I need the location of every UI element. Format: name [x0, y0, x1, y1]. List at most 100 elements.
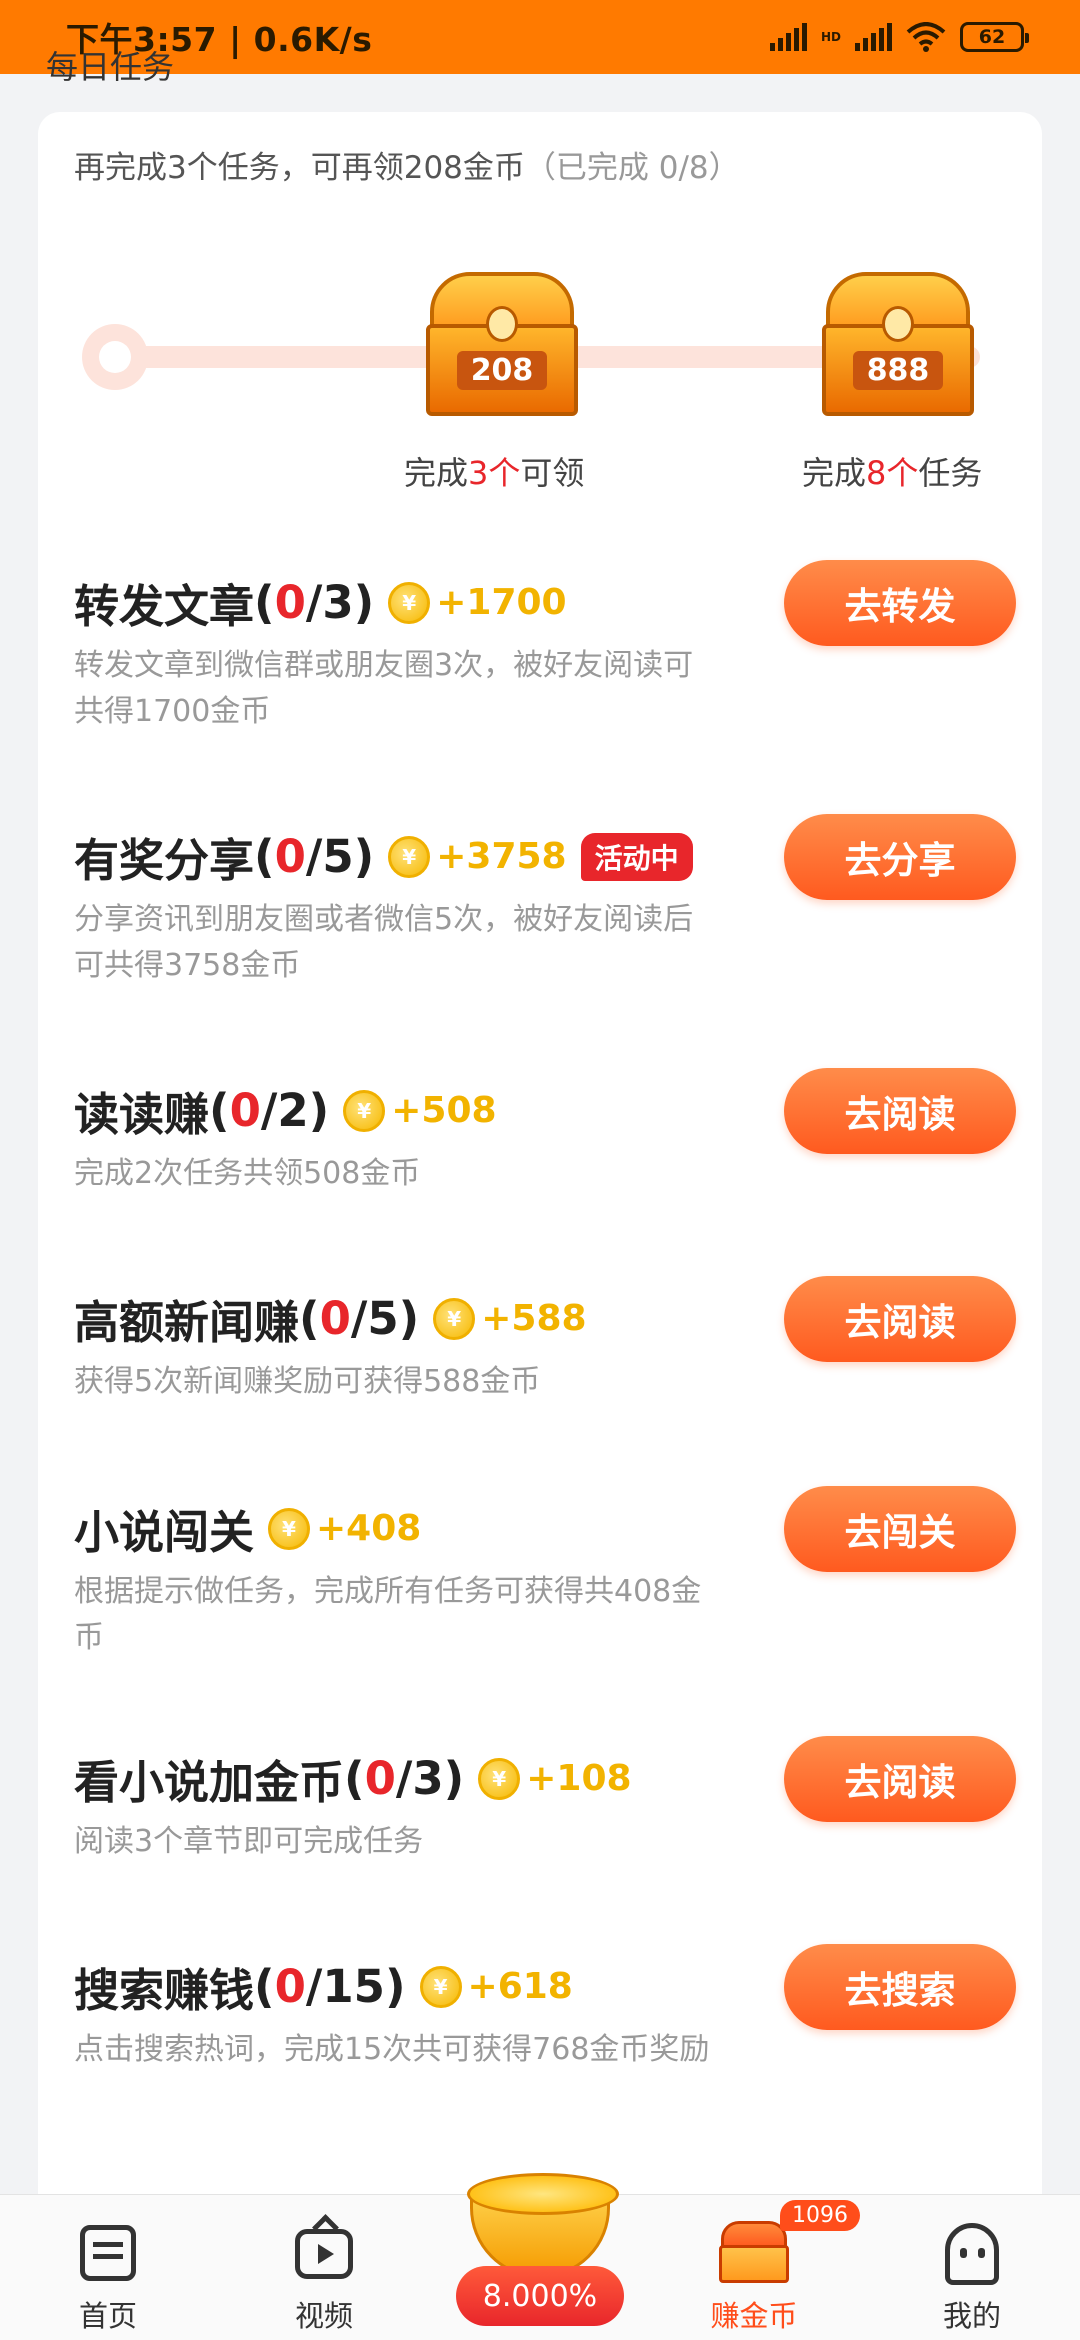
task-prog-open: ( — [254, 1960, 275, 2013]
center-bowl-button[interactable]: 8.000% — [456, 2170, 624, 2340]
coin-icon: ¥ — [343, 1089, 386, 1132]
coin-icon: ¥ — [388, 581, 431, 624]
task-button[interactable]: 去阅读 — [784, 1736, 1016, 1822]
task-button[interactable]: 去搜索 — [784, 1944, 1016, 2030]
nav-home[interactable]: 首页 — [28, 2195, 188, 2340]
task-prog-total: /3) — [395, 1752, 465, 1805]
task-item: 转发文章(0/3) ¥ +1700 转发文章到微信群或朋友圈3次，被好友阅读可共… — [74, 560, 1016, 735]
task-reward: +1700 — [436, 582, 567, 623]
coin-icon: ¥ — [388, 835, 431, 878]
task-desc: 转发文章到微信群或朋友圈3次，被好友阅读可共得1700金币 — [74, 648, 694, 729]
task-item: 小说闯关 ¥ +408 根据提示做任务，完成所有任务可获得共408金币 去闯关 — [74, 1486, 1016, 1661]
profile-ghost-icon — [945, 2223, 999, 2285]
task-prog-open: ( — [299, 1292, 320, 1345]
task-prog-open: ( — [254, 830, 275, 883]
task-name: 小说闯关 — [74, 1506, 255, 1559]
milestone-chest-1[interactable]: 208 — [422, 272, 582, 422]
caption-post: 任务 — [918, 454, 983, 492]
signal-icon — [769, 23, 807, 51]
nav-video[interactable]: 视频 — [244, 2195, 404, 2340]
status-icons: HD 62 — [769, 22, 1029, 52]
task-reward: +508 — [391, 1090, 497, 1131]
caption-post: 可领 — [520, 454, 585, 492]
task-reward: +408 — [316, 1508, 422, 1549]
task-item: 看小说加金币(0/3) ¥ +108 阅读3个章节即可完成任务 去阅读 — [74, 1736, 1016, 1865]
task-reward: +588 — [481, 1298, 587, 1339]
coin-icon: ¥ — [268, 1507, 311, 1550]
center-rate: 8.000% — [456, 2266, 624, 2326]
summary-text: 再完成3个任务，可再领208金币 — [74, 150, 525, 186]
caption-pre: 完成 — [802, 454, 867, 492]
section-title: 每日任务 — [46, 48, 175, 86]
task-button[interactable]: 去闯关 — [784, 1486, 1016, 1572]
progress-start-dot — [82, 324, 148, 390]
chest-lock-icon — [486, 306, 518, 342]
daily-task-card: 再完成3个任务，可再领208金币（已完成 0/8） 208 完成3个可领 888… — [38, 112, 1042, 2252]
task-desc: 阅读3个章节即可完成任务 — [74, 1824, 424, 1859]
task-prog-done: 0 — [229, 1084, 261, 1137]
treasure-chest-icon — [719, 2221, 789, 2283]
nav-video-label: 视频 — [294, 2299, 353, 2333]
signal-icon-2 — [855, 23, 892, 51]
milestone-amount: 208 — [456, 350, 548, 390]
coin-icon: ¥ — [433, 1297, 476, 1340]
coin-icon: ¥ — [478, 1757, 521, 1800]
milestone-caption-2: 完成8个任务 — [802, 448, 982, 494]
caption-num: 3个 — [468, 454, 521, 492]
caption-pre: 完成 — [404, 454, 469, 492]
task-button[interactable]: 去分享 — [784, 814, 1016, 900]
task-prog-total: /15) — [305, 1960, 406, 2013]
task-item: 高额新闻赚(0/5) ¥ +588 获得5次新闻赚奖励可获得588金币 去阅读 — [74, 1276, 1016, 1405]
task-prog-open: ( — [344, 1752, 365, 1805]
task-name: 高额新闻赚 — [74, 1296, 300, 1349]
task-prog-done: 0 — [319, 1292, 351, 1345]
task-prog-done: 0 — [364, 1752, 396, 1805]
task-prog-open: ( — [254, 576, 275, 629]
task-name: 有奖分享 — [74, 834, 255, 887]
task-reward: +618 — [467, 1966, 573, 2007]
task-desc: 根据提示做任务，完成所有任务可获得共408金币 — [74, 1574, 702, 1655]
task-prog-total: /2) — [260, 1084, 330, 1137]
summary-progress: （已完成 0/8） — [524, 150, 740, 186]
task-item: 有奖分享(0/5) ¥ +3758 活动中 分享资讯到朋友圈或者微信5次，被好友… — [74, 814, 1016, 989]
task-prog-total: /5) — [305, 830, 375, 883]
caption-num: 8个 — [866, 454, 919, 492]
task-prog-done: 0 — [274, 1960, 306, 2013]
task-summary: 再完成3个任务，可再领208金币（已完成 0/8） — [74, 142, 740, 187]
gold-bowl-icon — [467, 2173, 619, 2278]
nav-mine-label: 我的 — [942, 2299, 1001, 2333]
task-reward: +3758 — [436, 836, 567, 877]
milestone-chest-2[interactable]: 888 — [818, 272, 978, 422]
task-button[interactable]: 去转发 — [784, 560, 1016, 646]
task-prog-total: /5) — [350, 1292, 420, 1345]
task-desc: 分享资讯到朋友圈或者微信5次，被好友阅读后可共得3758金币 — [74, 902, 694, 983]
video-icon — [295, 2229, 353, 2279]
nav-earn-label: 赚金币 — [710, 2299, 798, 2333]
task-desc: 点击搜索热词，完成15次共可获得768金币奖励 — [74, 2032, 710, 2067]
chest-lock-icon — [882, 306, 914, 342]
wifi-icon — [906, 22, 946, 52]
task-item: 搜索赚钱(0/15) ¥ +618 点击搜索热词，完成15次共可获得768金币奖… — [74, 1944, 1016, 2073]
task-desc: 完成2次任务共领508金币 — [74, 1156, 421, 1191]
task-name: 看小说加金币 — [74, 1756, 345, 1809]
home-icon — [80, 2225, 136, 2281]
milestone-caption-1: 完成3个可领 — [404, 448, 584, 494]
coin-icon: ¥ — [419, 1965, 462, 2008]
earn-count-badge: 1096 — [780, 2200, 860, 2231]
task-prog-done: 0 — [274, 576, 306, 629]
task-name: 读读赚 — [74, 1088, 210, 1141]
battery-icon: 62 — [960, 22, 1029, 52]
hd-label: HD — [820, 30, 841, 44]
task-prog-done: 0 — [274, 830, 306, 883]
task-desc: 获得5次新闻赚奖励可获得588金币 — [74, 1364, 541, 1399]
task-name: 转发文章 — [74, 580, 255, 633]
task-prog-total: /3) — [305, 576, 375, 629]
task-prog-open: ( — [209, 1084, 230, 1137]
task-button[interactable]: 去阅读 — [784, 1276, 1016, 1362]
task-item: 读读赚(0/2) ¥ +508 完成2次任务共领508金币 去阅读 — [74, 1068, 1016, 1197]
task-reward: +108 — [526, 1758, 632, 1799]
task-button[interactable]: 去阅读 — [784, 1068, 1016, 1154]
nav-mine[interactable]: 我的 — [892, 2195, 1052, 2340]
nav-home-label: 首页 — [78, 2299, 137, 2333]
milestone-amount: 888 — [852, 350, 944, 390]
